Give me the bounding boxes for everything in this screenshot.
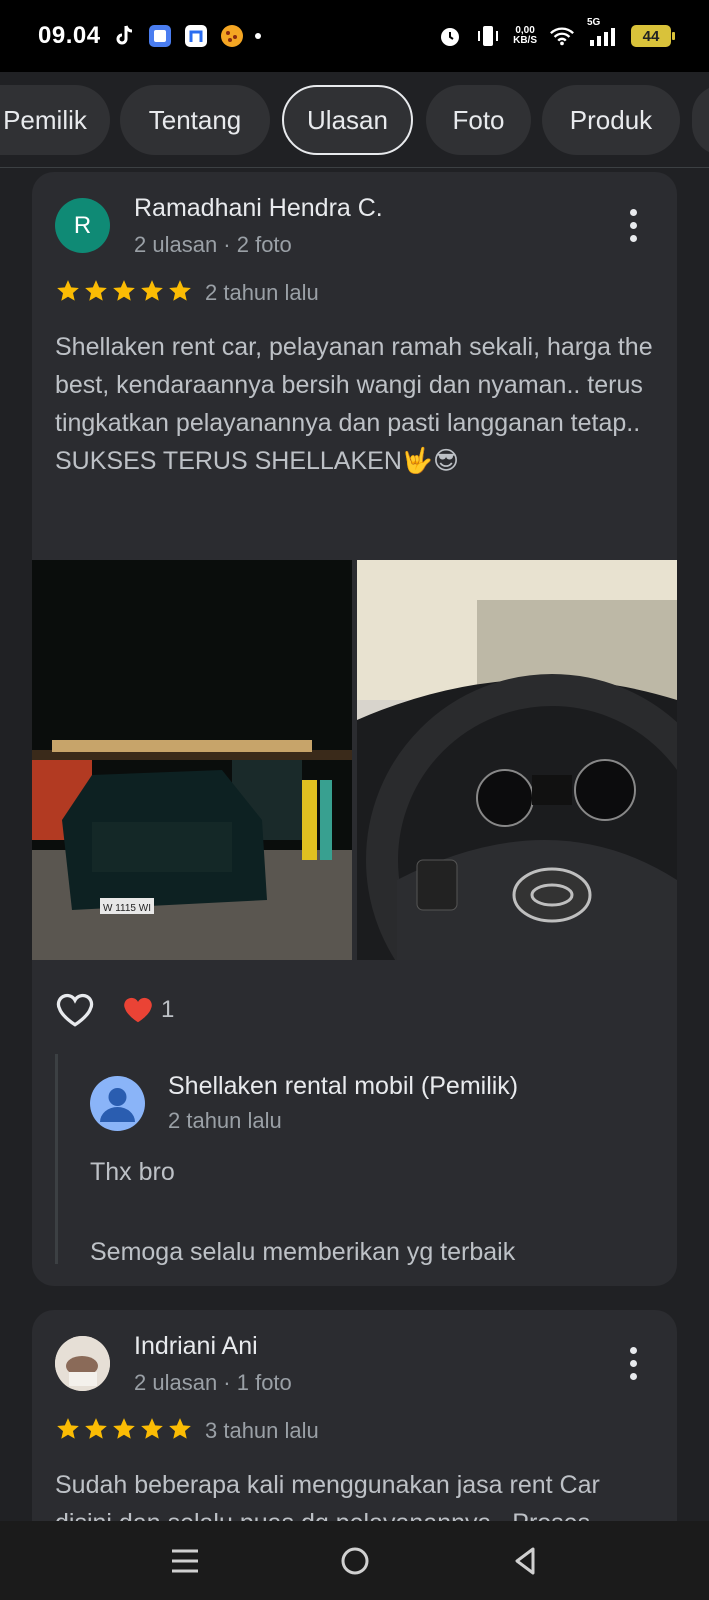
status-time: 09.04: [38, 22, 101, 49]
reviewer-name[interactable]: Ramadhani Hendra C.: [134, 194, 383, 223]
review-card: R Ramadhani Hendra C. 2 ulasan · 2 foto …: [32, 172, 677, 1286]
star-icon: [57, 1418, 79, 1439]
review-actions: 1: [55, 992, 174, 1028]
tab-foto[interactable]: Foto: [426, 85, 531, 155]
owner-reply: Shellaken rental mobil (Pemilik) 2 tahun…: [55, 1054, 655, 1266]
tab-produk[interactable]: Produk: [542, 85, 680, 155]
wifi-icon: [549, 23, 575, 49]
tab-bar: Pemilik Tentang Ulasan Foto Produk: [0, 72, 709, 168]
more-options-icon[interactable]: [629, 1347, 637, 1380]
reviewer-name[interactable]: Indriani Ani: [134, 1332, 258, 1361]
cellular-signal-icon: 5G: [587, 17, 619, 49]
rating-stars: [55, 1416, 193, 1442]
review-date: 2 tahun lalu: [205, 280, 319, 305]
status-bar: 09.04 0,00 KB/S 5G 44: [0, 0, 709, 72]
owner-reply-date: 2 tahun lalu: [168, 1108, 282, 1133]
owner-reply-text: Thx bro Semoga selalu memberikan yg terb…: [90, 1158, 516, 1266]
star-icon: [169, 1418, 191, 1439]
back-icon[interactable]: [511, 1546, 539, 1576]
more-options-icon[interactable]: [629, 209, 637, 242]
rating-stars: [55, 278, 193, 304]
tab-tentang[interactable]: Tentang: [120, 85, 270, 155]
review-photos: W 1115 WI: [32, 560, 677, 960]
heart-reaction-icon: [124, 997, 152, 1023]
star-icon: [113, 1418, 135, 1439]
battery-indicator: 44: [631, 25, 675, 47]
system-navigation-bar: [0, 1521, 709, 1600]
owner-avatar: [90, 1076, 145, 1131]
profile-photo-icon: [55, 1336, 110, 1391]
recent-apps-icon[interactable]: [170, 1547, 200, 1575]
review-photo-steering-wheel[interactable]: [356, 560, 677, 960]
star-icon: [141, 1418, 163, 1439]
review-text: Shellaken rent car, pelayanan ramah seka…: [55, 333, 653, 475]
app-notification-icon: [147, 23, 173, 49]
vibrate-icon: [475, 23, 501, 49]
reviewer-avatar[interactable]: R: [55, 198, 110, 253]
reviewer-avatar[interactable]: [55, 1336, 110, 1391]
tab-pemilik[interactable]: Pemilik: [0, 85, 110, 155]
review-date: 3 tahun lalu: [205, 1418, 319, 1443]
more-notifications-dot: [254, 33, 261, 39]
star-icon: [169, 280, 191, 301]
star-icon: [113, 280, 135, 301]
star-icon: [141, 280, 163, 301]
license-plate-text: W 1115 WI: [103, 903, 151, 914]
star-icon: [57, 280, 79, 301]
home-icon[interactable]: [340, 1546, 370, 1576]
reviewer-meta: 2 ulasan · 2 foto: [134, 232, 292, 257]
star-icon: [85, 280, 107, 301]
network-speed: 0,00 KB/S: [513, 25, 537, 46]
alarm-icon: [437, 23, 463, 49]
pizza-app-icon: [219, 23, 245, 49]
owner-name: Shellaken rental mobil (Pemilik): [168, 1072, 519, 1100]
person-icon: [100, 1088, 135, 1122]
tab-ulasan[interactable]: Ulasan: [282, 85, 413, 155]
app-n-icon: [183, 23, 209, 49]
reviewer-meta: 2 ulasan · 1 foto: [134, 1370, 292, 1395]
review-photo-car-exterior[interactable]: W 1115 WI: [32, 560, 353, 960]
like-heart-outline-icon[interactable]: [55, 992, 95, 1028]
like-count: 1: [161, 996, 175, 1023]
star-icon: [85, 1418, 107, 1439]
tiktok-icon: [111, 23, 137, 49]
tab-more[interactable]: [692, 85, 709, 155]
